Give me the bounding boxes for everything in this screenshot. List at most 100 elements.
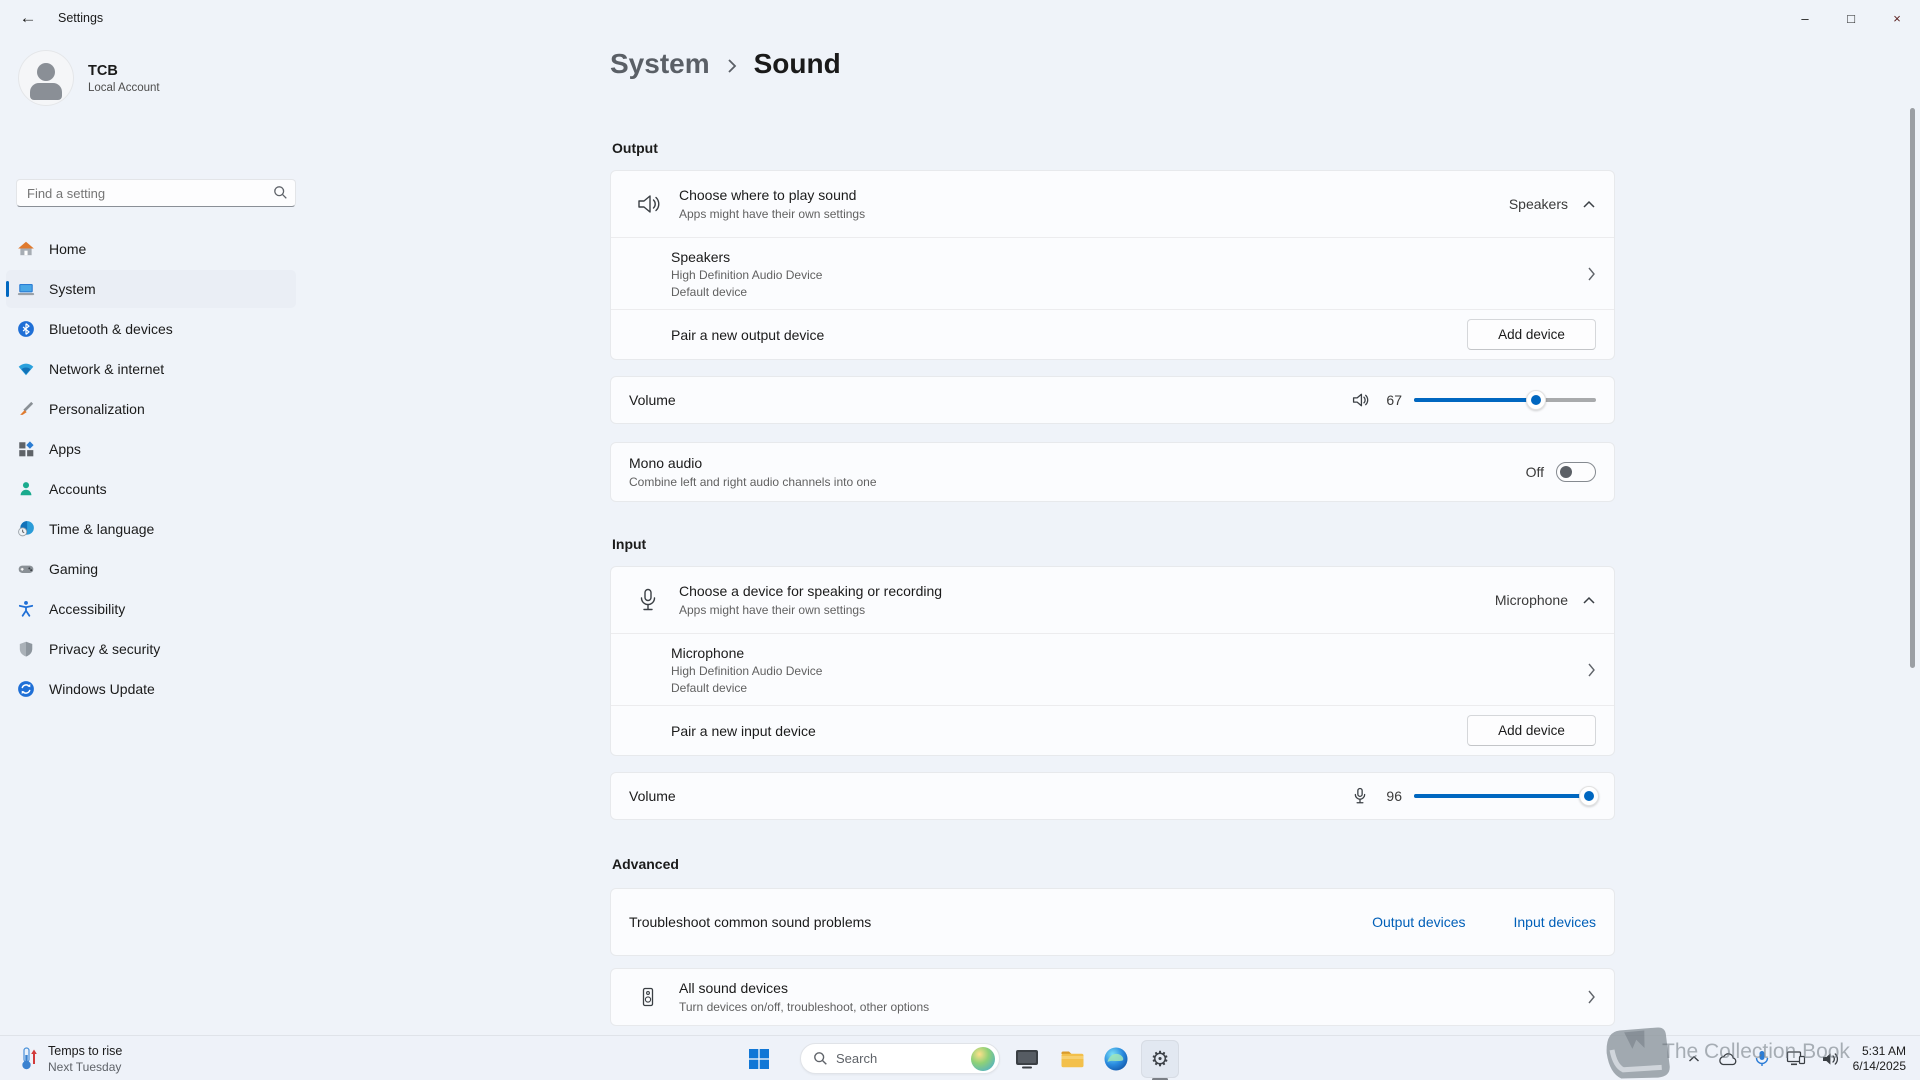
sidebar-item-accessibility[interactable]: Accessibility	[6, 590, 296, 628]
sidebar-item-label: Accessibility	[49, 601, 125, 617]
output-device-name: Speakers	[671, 249, 822, 265]
output-expander-header[interactable]: Choose where to play sound Apps might ha…	[611, 171, 1614, 237]
output-devices-link[interactable]: Output devices	[1372, 914, 1465, 930]
output-expander-card: Choose where to play sound Apps might ha…	[610, 170, 1615, 360]
taskbar-search[interactable]: Search	[800, 1043, 1000, 1074]
sidebar-item-label: Apps	[49, 441, 81, 457]
mono-audio-toggle[interactable]	[1556, 462, 1596, 482]
close-icon: ×	[1893, 11, 1901, 26]
input-device-row[interactable]: Microphone High Definition Audio Device …	[611, 633, 1614, 705]
chevron-right-icon	[1587, 662, 1596, 678]
search-input[interactable]	[16, 179, 296, 207]
output-volume-value: 67	[1380, 392, 1402, 408]
sidebar-item-network-internet[interactable]: Network & internet	[6, 350, 296, 388]
accessibility-icon	[17, 600, 35, 618]
edge-browser-button[interactable]	[1097, 1040, 1135, 1078]
vertical-scrollbar[interactable]	[1910, 108, 1915, 668]
advanced-section-label: Advanced	[612, 856, 679, 872]
minimize-icon: –	[1801, 11, 1808, 26]
sidebar-item-windows-update[interactable]: Windows Update	[6, 670, 296, 708]
speaker-icon	[633, 190, 663, 218]
sidebar-item-system[interactable]: System	[6, 270, 296, 308]
output-volume-label: Volume	[629, 392, 676, 408]
weather-headline: Temps to rise	[48, 1044, 122, 1058]
sidebar-search	[16, 179, 296, 207]
edge-icon	[1103, 1046, 1129, 1072]
slider-thumb[interactable]	[1579, 786, 1599, 806]
time-language-icon	[17, 520, 35, 538]
minimize-button[interactable]: –	[1782, 0, 1828, 36]
input-devices-link[interactable]: Input devices	[1514, 914, 1597, 930]
all-sound-devices-card[interactable]: All sound devices Turn devices on/off, t…	[610, 968, 1615, 1026]
account-card[interactable]: TCB Local Account	[18, 50, 300, 106]
sidebar-item-label: System	[49, 281, 96, 297]
breadcrumb-system[interactable]: System	[610, 48, 710, 80]
input-expander-subtitle: Apps might have their own settings	[679, 603, 942, 617]
sidebar-item-personalization[interactable]: Personalization	[6, 390, 296, 428]
avatar	[18, 50, 74, 106]
microphone-volume-icon[interactable]	[1350, 786, 1370, 806]
chevron-right-icon	[1587, 266, 1596, 282]
add-output-device-button[interactable]: Add device	[1467, 319, 1596, 350]
add-input-device-button[interactable]: Add device	[1467, 715, 1596, 746]
sidebar-item-privacy-security[interactable]: Privacy & security	[6, 630, 296, 668]
search-highlight-icon	[971, 1047, 995, 1071]
speaker-volume-icon[interactable]	[1350, 390, 1370, 410]
input-pair-label: Pair a new input device	[671, 723, 816, 739]
output-volume-slider[interactable]	[1414, 398, 1596, 402]
sound-devices-icon	[633, 986, 663, 1008]
windows-update-icon	[17, 680, 35, 698]
volume-tray-icon[interactable]	[1813, 1040, 1847, 1078]
slider-thumb[interactable]	[1526, 390, 1546, 410]
troubleshoot-label: Troubleshoot common sound problems	[629, 914, 871, 930]
clock-date: 6/14/2025	[1853, 1059, 1906, 1074]
output-device-row[interactable]: Speakers High Definition Audio Device De…	[611, 237, 1614, 309]
sidebar-item-bluetooth-devices[interactable]: Bluetooth & devices	[6, 310, 296, 348]
maximize-icon: □	[1847, 11, 1855, 26]
input-section-label: Input	[612, 536, 646, 552]
breadcrumb-separator-icon	[726, 56, 738, 76]
network-tray-icon[interactable]	[1779, 1040, 1813, 1078]
input-device-dropdown[interactable]: Microphone	[1495, 592, 1596, 608]
output-expander-subtitle: Apps might have their own settings	[679, 207, 865, 221]
start-button[interactable]	[740, 1040, 778, 1078]
task-view-button[interactable]	[1008, 1040, 1046, 1078]
microphone-tray-icon[interactable]	[1745, 1040, 1779, 1078]
weather-subline: Next Tuesday	[48, 1060, 122, 1074]
file-explorer-button[interactable]	[1053, 1040, 1091, 1078]
app-title: Settings	[58, 11, 103, 25]
input-volume-slider[interactable]	[1414, 794, 1596, 798]
sidebar-item-gaming[interactable]: Gaming	[6, 550, 296, 588]
input-expander-title: Choose a device for speaking or recordin…	[679, 583, 942, 599]
sidebar-item-accounts[interactable]: Accounts	[6, 470, 296, 508]
onedrive-cloud-icon[interactable]	[1711, 1040, 1745, 1078]
personalization-icon	[17, 400, 35, 418]
sidebar-item-label: Network & internet	[49, 361, 164, 377]
input-expander-header[interactable]: Choose a device for speaking or recordin…	[611, 567, 1614, 633]
settings-app-button[interactable]: ⚙	[1141, 1040, 1179, 1078]
chevron-right-icon	[1587, 989, 1596, 1005]
account-name: TCB	[88, 63, 160, 79]
window-controls: – □ ×	[1782, 0, 1920, 36]
output-pair-row: Pair a new output device Add device	[611, 309, 1614, 359]
close-button[interactable]: ×	[1874, 0, 1920, 36]
sidebar-item-home[interactable]: Home	[6, 230, 296, 268]
page-title: Sound	[754, 48, 841, 80]
mono-audio-subtitle: Combine left and right audio channels in…	[629, 475, 877, 489]
clock[interactable]: 5:31 AM 6/14/2025	[1847, 1044, 1916, 1074]
sidebar: TCB Local Account Home System Bluetooth …	[0, 36, 300, 1035]
sidebar-item-time-language[interactable]: Time & language	[6, 510, 296, 548]
hidden-icons-button[interactable]	[1677, 1040, 1711, 1078]
back-button[interactable]: ←	[8, 3, 48, 33]
output-device-dropdown[interactable]: Speakers	[1509, 196, 1596, 212]
search-icon	[813, 1051, 828, 1066]
task-view-icon	[1014, 1046, 1040, 1072]
apps-icon	[17, 440, 35, 458]
widgets-weather-button[interactable]: Temps to rise Next Tuesday	[10, 1039, 130, 1078]
input-volume-card: Volume 96	[610, 772, 1615, 820]
sidebar-item-apps[interactable]: Apps	[6, 430, 296, 468]
account-type: Local Account	[88, 82, 160, 94]
output-section-label: Output	[612, 140, 658, 156]
accounts-icon	[17, 480, 35, 498]
maximize-button[interactable]: □	[1828, 0, 1874, 36]
